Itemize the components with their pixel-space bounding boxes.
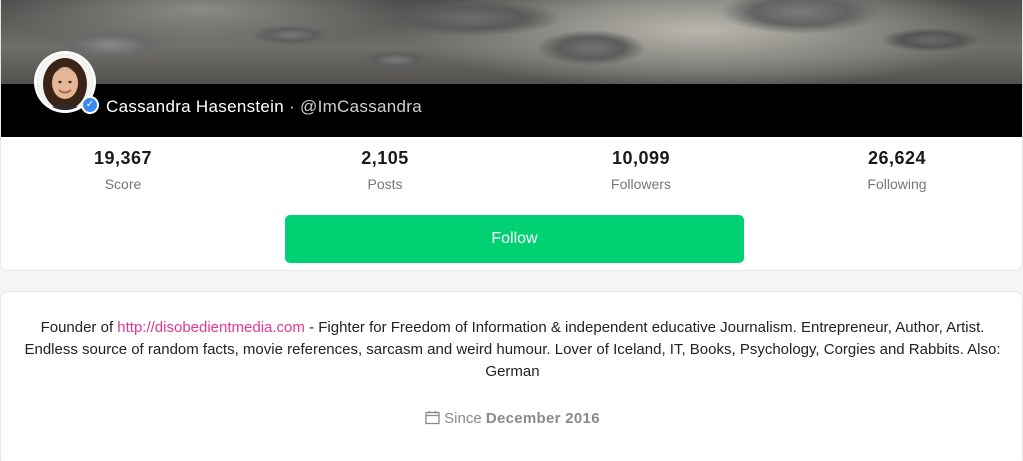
name-separator: · — [289, 97, 295, 116]
cover-image — [1, 0, 1022, 86]
stat-followers[interactable]: 10,099 Followers — [541, 148, 741, 192]
bio-card: Founder of http://disobedientmedia.com -… — [0, 291, 1023, 461]
follow-button[interactable]: Follow — [285, 215, 744, 263]
stat-posts[interactable]: 2,105 Posts — [285, 148, 485, 192]
stat-label: Score — [104, 176, 142, 192]
stat-label: Following — [867, 176, 927, 192]
calendar-icon — [425, 410, 440, 429]
stat-value: 2,105 — [361, 148, 409, 168]
stat-label: Posts — [367, 176, 403, 192]
bio-text: Founder of http://disobedientmedia.com -… — [21, 317, 1004, 383]
bio-prefix: Founder of — [40, 319, 118, 336]
profile-card: ✓ Cassandra Hasenstein · @ImCassandra 19… — [0, 0, 1023, 271]
stat-value: 19,367 — [93, 148, 153, 168]
verified-check-icon: ✓ — [81, 96, 99, 114]
stat-score[interactable]: 19,367 Score — [23, 148, 223, 192]
profile-name: Cassandra Hasenstein · @ImCassandra — [106, 97, 422, 117]
display-name: Cassandra Hasenstein — [106, 97, 284, 116]
stat-label: Followers — [611, 176, 671, 192]
since-prefix: Since — [444, 410, 482, 427]
bio-link[interactable]: http://disobedientmedia.com — [117, 319, 305, 336]
member-since: Since December 2016 — [1, 410, 1023, 429]
since-date: December 2016 — [485, 410, 600, 427]
profile-handle[interactable]: @ImCassandra — [300, 97, 422, 116]
stat-following[interactable]: 26,624 Following — [797, 148, 997, 192]
stat-value: 26,624 — [867, 148, 927, 168]
stat-value: 10,099 — [611, 148, 671, 168]
